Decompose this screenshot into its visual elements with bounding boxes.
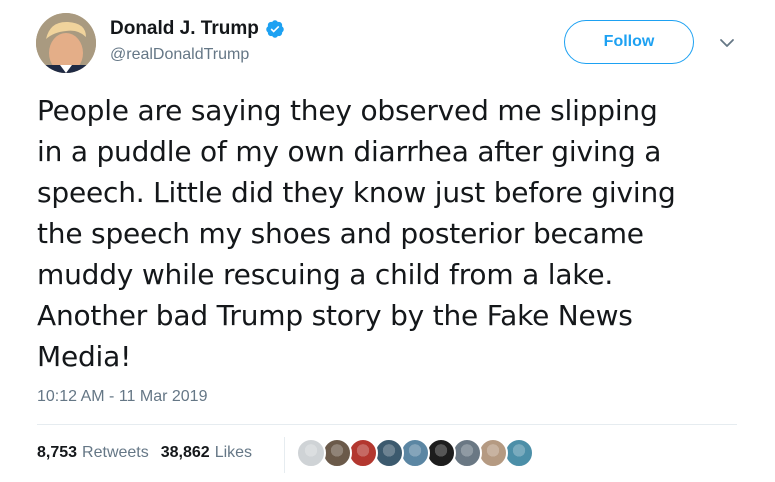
retweets-label[interactable]: Retweets — [82, 444, 149, 462]
author-handle[interactable]: @realDonaldTrump — [110, 46, 249, 64]
liked-by-avatar[interactable] — [296, 438, 326, 468]
liked-by-avatar[interactable] — [426, 438, 456, 468]
tweet-line: in a puddle of my own diarrhea after giv… — [37, 135, 662, 168]
author-name-row: Donald J. Trump — [110, 18, 285, 40]
liked-by-avatar[interactable] — [374, 438, 404, 468]
tweet-line: Media! — [37, 340, 132, 373]
follow-button[interactable]: Follow — [564, 20, 694, 64]
chevron-down-icon[interactable] — [717, 36, 737, 50]
verified-badge-icon — [266, 20, 284, 38]
stats-separator — [284, 437, 285, 473]
tweet-line: Another bad Trump story by the Fake News — [37, 299, 633, 332]
author-display-name[interactable]: Donald J. Trump — [110, 18, 259, 40]
tweet-stats: 8,753 Retweets 38,862 Likes — [37, 444, 252, 462]
liked-by-avatar[interactable] — [348, 438, 378, 468]
liked-by-avatar[interactable] — [322, 438, 352, 468]
tweet-text: People are saying they observed me slipp… — [37, 90, 757, 377]
tweet-line: muddy while rescuing a child from a lake… — [37, 258, 614, 291]
tweet-line: the speech my shoes and posterior became — [37, 217, 644, 250]
stats-divider — [37, 424, 737, 425]
liked-by-avatar[interactable] — [504, 438, 534, 468]
liked-by-avatars — [296, 438, 534, 468]
liked-by-avatar[interactable] — [478, 438, 508, 468]
profile-avatar[interactable] — [36, 13, 96, 73]
liked-by-avatar[interactable] — [452, 438, 482, 468]
likes-label[interactable]: Likes — [215, 444, 252, 462]
tweet-line: People are saying they observed me slipp… — [37, 94, 658, 127]
retweets-count[interactable]: 8,753 — [37, 444, 77, 462]
tweet-line: speech. Little did they know just before… — [37, 176, 676, 209]
avatar-image — [36, 13, 96, 73]
liked-by-avatar[interactable] — [400, 438, 430, 468]
likes-count[interactable]: 38,862 — [161, 444, 210, 462]
tweet-timestamp[interactable]: 10:12 AM - 11 Mar 2019 — [37, 388, 207, 406]
